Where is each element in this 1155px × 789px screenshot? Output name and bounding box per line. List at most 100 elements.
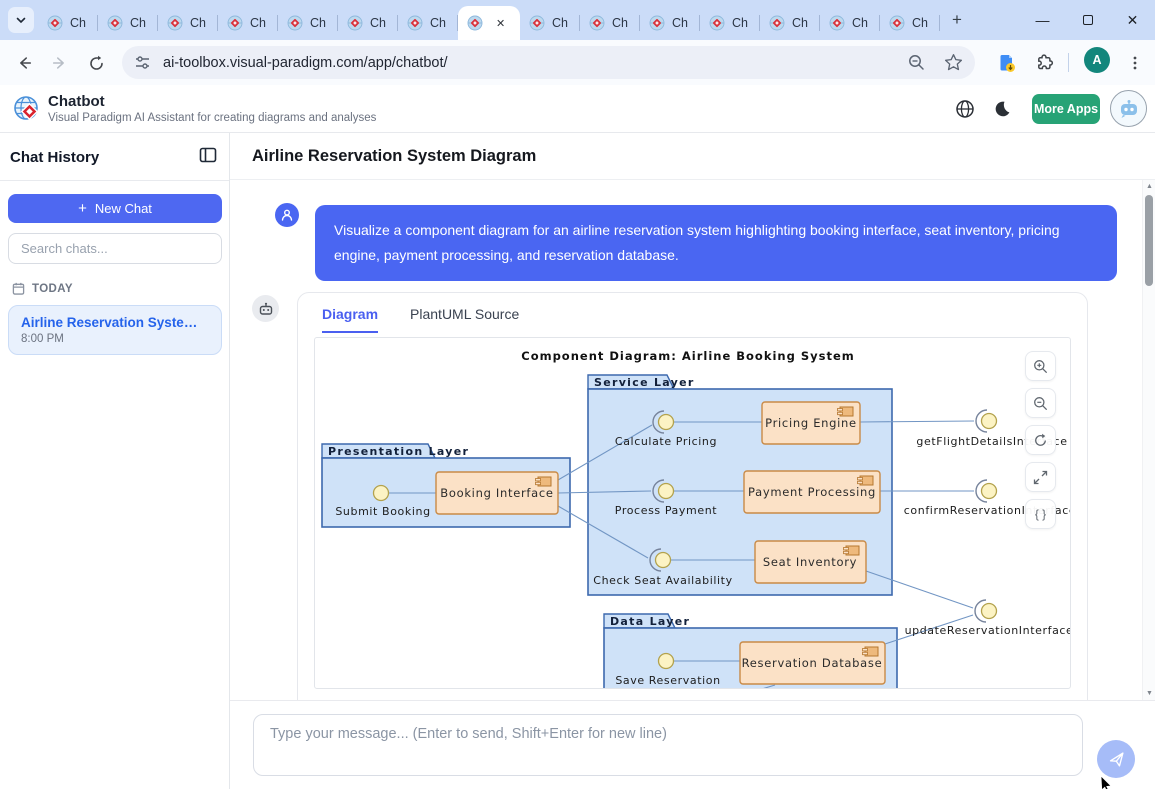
back-button[interactable] (12, 51, 36, 75)
more-apps-button[interactable]: More Apps (1032, 94, 1100, 124)
app-body: Chat History + New Chat TODAY Airline Re… (0, 133, 1155, 789)
package-label-service: Service Layer (594, 376, 695, 389)
browser-menu-kebab-icon[interactable] (1123, 51, 1147, 75)
tab-plantuml-source[interactable]: PlantUML Source (410, 306, 519, 333)
tab-title: Ch (852, 16, 868, 30)
zoom-out-button[interactable] (1025, 388, 1056, 418)
tab-list: ChChChChChChCh✕ChChChChChChCh (38, 0, 940, 40)
visual-paradigm-favicon (347, 15, 363, 31)
chat-item-title: Airline Reservation System Dia... (21, 315, 209, 330)
visual-paradigm-favicon (167, 15, 183, 31)
browser-profile-avatar[interactable]: A (1084, 47, 1110, 73)
chat-message-area: Visualize a component diagram for an air… (230, 180, 1155, 700)
mouse-cursor (1100, 776, 1116, 789)
minimize-button[interactable]: — (1020, 0, 1065, 40)
diagram-canvas[interactable]: Service Layer Presentation Layer Data La (314, 337, 1071, 689)
chat-scrollbar[interactable]: ▲ ▼ (1142, 180, 1155, 700)
browser-toolbar: ai-toolbox.visual-paradigm.com/app/chatb… (0, 40, 1155, 85)
browser-tab[interactable]: Ch (700, 6, 760, 40)
interface-label-update-reservation: updateReservationInterface (905, 624, 1071, 637)
bookmark-star-icon[interactable] (944, 53, 963, 72)
component-pricing-engine: Pricing Engine (762, 402, 860, 444)
tab-title: Ch (70, 16, 86, 30)
component-diagram-svg: Service Layer Presentation Layer Data La (315, 338, 1071, 689)
person-icon (280, 208, 294, 222)
browser-tab[interactable]: Ch (820, 6, 880, 40)
browser-tab[interactable]: Ch (880, 6, 940, 40)
forward-button[interactable] (48, 51, 72, 75)
reset-view-button[interactable] (1025, 425, 1056, 455)
tab-search-chevron-icon[interactable] (8, 7, 34, 33)
refresh-button[interactable] (84, 51, 108, 75)
app-title: Chatbot (48, 93, 105, 110)
browser-tab-active[interactable]: ✕ (458, 6, 520, 40)
zoom-in-button[interactable] (1025, 351, 1056, 381)
assistant-reply-card: Diagram PlantUML Source Service Layer (297, 292, 1088, 700)
view-source-button[interactable]: { } (1025, 499, 1056, 529)
tab-title: Ch (912, 16, 928, 30)
new-chat-label: New Chat (95, 201, 152, 216)
user-message-avatar (275, 203, 299, 227)
search-chats-input[interactable] (8, 233, 222, 264)
chat-history-sidebar: Chat History + New Chat TODAY Airline Re… (0, 133, 230, 789)
app-subtitle: Visual Paradigm AI Assistant for creatin… (48, 112, 376, 124)
url-text[interactable]: ai-toolbox.visual-paradigm.com/app/chatb… (163, 55, 907, 71)
result-tabs: Diagram PlantUML Source (298, 293, 1087, 333)
browser-tab[interactable]: Ch (398, 6, 458, 40)
component-seat-inventory: Seat Inventory (755, 541, 866, 583)
close-tab-icon[interactable]: ✕ (496, 17, 505, 30)
browser-tab[interactable]: Ch (760, 6, 820, 40)
port-label-calculate-pricing: Calculate Pricing (615, 435, 717, 448)
component-payment-processing: Payment Processing (744, 471, 880, 513)
dark-mode-moon-icon[interactable] (993, 100, 1011, 123)
tab-title: Ch (552, 16, 568, 30)
docs-extension-icon[interactable] (995, 51, 1019, 75)
browser-tab[interactable]: Ch (338, 6, 398, 40)
collapse-panel-icon[interactable] (199, 146, 217, 169)
visual-paradigm-favicon (529, 15, 545, 31)
scroll-down-arrow[interactable]: ▼ (1143, 690, 1155, 697)
visual-paradigm-favicon (407, 15, 423, 31)
send-plane-icon (1108, 751, 1125, 768)
tab-title: Ch (190, 16, 206, 30)
browser-tab[interactable]: Ch (158, 6, 218, 40)
conversation-title: Airline Reservation System Diagram (252, 147, 536, 166)
scroll-up-arrow[interactable]: ▲ (1143, 183, 1155, 190)
tab-separator (939, 15, 940, 31)
zoom-indicator-icon[interactable] (907, 53, 926, 72)
visual-paradigm-logo (13, 95, 40, 127)
visual-paradigm-favicon (107, 15, 123, 31)
component-reservation-database: Reservation Database (740, 642, 885, 684)
plus-icon: + (78, 200, 87, 217)
sidebar-title: Chat History (10, 149, 99, 166)
new-chat-button[interactable]: + New Chat (8, 194, 222, 223)
chat-history-item[interactable]: Airline Reservation System Dia... 8:00 P… (8, 305, 222, 355)
visual-paradigm-favicon (287, 15, 303, 31)
browser-tab[interactable]: Ch (218, 6, 278, 40)
browser-tab[interactable]: Ch (640, 6, 700, 40)
browser-tab[interactable]: Ch (520, 6, 580, 40)
tab-diagram[interactable]: Diagram (322, 306, 378, 333)
visual-paradigm-favicon (47, 15, 63, 31)
tab-title: Ch (310, 16, 326, 30)
tab-title: Ch (612, 16, 628, 30)
user-account-avatar[interactable] (1110, 90, 1147, 127)
visual-paradigm-favicon (889, 15, 905, 31)
browser-tab[interactable]: Ch (98, 6, 158, 40)
maximize-button[interactable] (1065, 0, 1110, 40)
message-composer (230, 700, 1155, 789)
diagram-title: Component Diagram: Airline Booking Syste… (521, 349, 855, 363)
send-button[interactable] (1097, 740, 1135, 778)
scrollbar-thumb[interactable] (1145, 195, 1153, 286)
close-window-button[interactable]: ✕ (1110, 0, 1155, 40)
language-globe-icon[interactable] (955, 99, 975, 124)
browser-tab[interactable]: Ch (580, 6, 640, 40)
extensions-puzzle-icon[interactable] (1033, 51, 1057, 75)
browser-tab[interactable]: Ch (38, 6, 98, 40)
url-bar[interactable]: ai-toolbox.visual-paradigm.com/app/chatb… (122, 46, 975, 79)
new-tab-button[interactable]: + (945, 8, 969, 32)
message-input[interactable] (253, 714, 1083, 776)
site-settings-icon[interactable] (134, 54, 151, 71)
fullscreen-button[interactable] (1025, 462, 1056, 492)
browser-tab[interactable]: Ch (278, 6, 338, 40)
